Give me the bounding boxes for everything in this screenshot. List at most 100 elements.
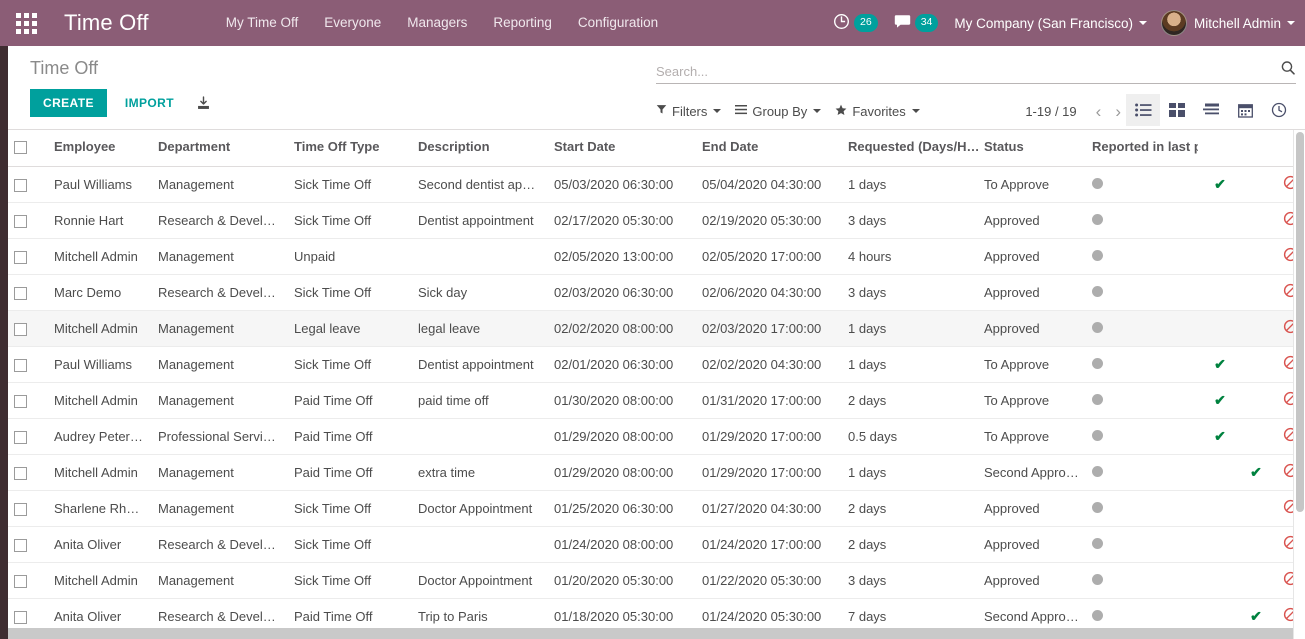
navbar-right-group: 26 34 My Company (San Francisco) Mitchel… [833,0,1295,46]
cell-department: Research & Develop… [152,274,288,312]
pager-previous-button[interactable]: ‹ [1089,103,1109,120]
cell-end-date: 01/29/2020 17:00:00 [696,418,842,456]
approve-check-icon[interactable]: ✔ [1214,392,1226,408]
approve-check-icon[interactable]: ✔ [1214,428,1226,444]
menu-managers[interactable]: Managers [394,0,480,46]
calendar-view-button[interactable] [1228,94,1262,126]
cell-end-date: 01/24/2020 17:00:00 [696,526,842,564]
second-approve-button-cell-empty [1242,418,1270,456]
pivot-view-button[interactable] [1194,94,1228,126]
status-dot-icon [1092,502,1103,514]
second-approve-button-cell-empty [1242,202,1270,240]
column-header-time-off-type[interactable]: Time Off Type [288,130,412,168]
row-checkbox[interactable] [14,611,27,625]
kanban-view-button[interactable] [1160,94,1194,126]
column-header-end-date[interactable]: End Date [696,130,842,168]
table-row[interactable]: Sharlene Rhodes Management Sick Time Off Do… [8,490,1305,528]
row-checkbox[interactable] [14,287,27,301]
row-checkbox[interactable] [14,323,27,337]
list-view-button[interactable] [1126,94,1160,126]
approve-button-cell[interactable]: ✔ [1198,346,1242,384]
vertical-scrollbar[interactable] [1293,130,1305,639]
approve-check-icon[interactable]: ✔ [1250,608,1262,624]
view-switcher [1126,94,1296,126]
cell-requested: 3 days [842,274,978,312]
table-row[interactable]: Mitchell Admin Management Paid Time Off ext… [8,454,1305,492]
cell-description: extra time [412,454,548,492]
table-row[interactable]: Marc Demo Research & Develop… Sick Time Of… [8,274,1305,312]
column-header-department[interactable]: Department [152,130,288,168]
favorites-dropdown[interactable]: Favorites [835,104,920,119]
table-row[interactable]: Anita Oliver Research & Develop… Sick Time… [8,526,1305,564]
approve-button-cell[interactable]: ✔ [1198,418,1242,456]
activity-view-button[interactable] [1262,94,1296,126]
table-row[interactable]: Audrey Peterson Professional Services Paid… [8,418,1305,456]
row-checkbox[interactable] [14,251,27,265]
create-button[interactable]: CREATE [30,89,107,117]
search-input[interactable] [656,64,1280,83]
row-checkbox[interactable] [14,431,27,445]
table-row[interactable]: Mitchell Admin Management Unpaid 02/05/2020… [8,238,1305,276]
cell-status: To Approve [978,418,1086,456]
activities-menu[interactable]: 26 [833,13,878,34]
app-brand-title[interactable]: Time Off [52,10,157,36]
approve-button-cell[interactable]: ✔ [1198,166,1242,204]
import-button[interactable]: IMPORT [115,89,184,117]
messages-menu[interactable]: 34 [894,14,939,33]
row-checkbox[interactable] [14,215,27,229]
cell-description: Doctor Appointment [412,490,548,528]
table-row[interactable]: Mitchell Admin Management Paid Time Off pai… [8,382,1305,420]
cell-start-date: 02/01/2020 06:30:00 [548,346,696,384]
cell-end-date: 01/22/2020 05:30:00 [696,562,842,600]
approve-check-icon[interactable]: ✔ [1214,176,1226,192]
table-row[interactable]: Ronnie Hart Research & Develop… Sick Time … [8,202,1305,240]
row-checkbox[interactable] [14,575,27,589]
cell-requested: 4 hours [842,238,978,276]
row-checkbox[interactable] [14,539,27,553]
apps-menu-toggle[interactable] [0,0,52,46]
row-checkbox[interactable] [14,179,27,193]
column-header-employee[interactable]: Employee [48,130,152,168]
user-menu[interactable]: Mitchell Admin [1160,10,1295,36]
second-approve-button-cell[interactable]: ✔ [1242,454,1270,492]
table-row[interactable]: Mitchell Admin Management Legal leave legal… [8,310,1305,348]
table-row[interactable]: Mitchell Admin Management Sick Time Off Doc… [8,562,1305,600]
groupby-dropdown[interactable]: Group By [735,104,822,119]
column-header-status[interactable]: Status [978,130,1086,168]
cell-requested: 0.5 days [842,418,978,456]
column-header-start-date[interactable]: Start Date [548,130,696,168]
download-icon[interactable] [196,95,211,111]
column-header-requested[interactable]: Requested (Days/H…) [842,130,978,168]
approve-button-cell[interactable]: ✔ [1198,382,1242,420]
table-row[interactable]: Paul Williams Management Sick Time Off Seco… [8,166,1305,204]
cell-reported-in-last-payslip [1086,310,1198,348]
approve-check-icon[interactable]: ✔ [1214,356,1226,372]
cell-employee: Paul Williams [48,346,152,384]
company-switcher[interactable]: My Company (San Francisco) [954,16,1147,31]
menu-configuration[interactable]: Configuration [565,0,671,46]
cell-requested: 2 days [842,526,978,564]
horizontal-scrollbar[interactable] [8,628,1293,639]
company-name: My Company (San Francisco) [954,15,1133,31]
column-header-reported[interactable]: Reported in last p… [1086,130,1198,168]
approve-check-icon[interactable]: ✔ [1250,464,1262,480]
column-header-description[interactable]: Description [412,130,548,168]
filters-dropdown[interactable]: Filters [656,104,722,119]
row-checkbox[interactable] [14,467,27,481]
cell-time-off-type: Legal leave [288,310,412,348]
cell-description [412,526,548,564]
row-checkbox[interactable] [14,503,27,517]
table-row[interactable]: Paul Williams Management Sick Time Off Dent… [8,346,1305,384]
row-checkbox[interactable] [14,395,27,409]
cell-start-date: 05/03/2020 06:30:00 [548,166,696,204]
vertical-scrollbar-thumb[interactable] [1296,132,1304,512]
menu-everyone[interactable]: Everyone [311,0,394,46]
cell-time-off-type: Unpaid [288,238,412,276]
select-all-header [8,130,48,168]
control-panel: Time Off CREATE IMPORT Search... Filters… [8,46,1305,130]
menu-my-time-off[interactable]: My Time Off [213,0,312,46]
select-all-checkbox[interactable] [14,141,27,155]
search-icon[interactable] [1280,60,1296,83]
row-checkbox[interactable] [14,359,27,373]
menu-reporting[interactable]: Reporting [480,0,565,46]
